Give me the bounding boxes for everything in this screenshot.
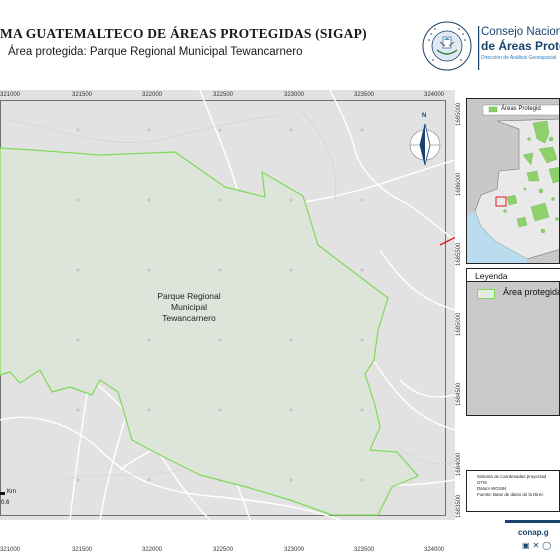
x-tick-top-2: 321500 bbox=[72, 92, 93, 98]
facebook-icon[interactable]: ▣ bbox=[522, 541, 533, 550]
x-tick-bottom-7: 324000 bbox=[424, 547, 445, 553]
area-label: Parque Regional Municipal Tewancarnero bbox=[139, 291, 239, 324]
x-tick-top-7: 324000 bbox=[424, 92, 445, 98]
y-tick-6: 1684000 bbox=[456, 452, 462, 476]
credits-line-4: Fuente: Base de datos de la Direc bbox=[477, 492, 544, 497]
footer-bar bbox=[505, 520, 560, 523]
area-label-line-2: Municipal bbox=[171, 302, 207, 312]
north-label: N bbox=[422, 113, 427, 119]
x-tick-bottom-4: 322500 bbox=[213, 547, 234, 553]
legend-swatch bbox=[477, 289, 495, 299]
y-tick-4: 1685000 bbox=[456, 312, 462, 336]
page-subtitle: Área protegida: Parque Regional Municipa… bbox=[8, 46, 303, 58]
scale-bar bbox=[0, 492, 5, 495]
header: MA GUATEMALTECO DE ÁREAS PROTEGIDAS (SIG… bbox=[0, 0, 560, 90]
x-tick-top-1: 321000 bbox=[0, 92, 21, 98]
y-tick-7: 1683500 bbox=[456, 494, 462, 518]
x-tick-top-5: 323000 bbox=[284, 92, 305, 98]
x-tick-bottom-6: 323500 bbox=[354, 547, 375, 553]
x-tick-top-4: 322500 bbox=[213, 92, 234, 98]
x-tick-bottom-5: 323000 bbox=[284, 547, 305, 553]
x-tick-top-3: 322000 bbox=[142, 92, 163, 98]
instagram-icon[interactable]: ◯ bbox=[542, 541, 554, 550]
conap-brand: Consejo Nacional de Áreas Protegi Direcc… bbox=[478, 26, 560, 76]
map-sheet: MA GUATEMALTECO DE ÁREAS PROTEGIDAS (SIG… bbox=[0, 0, 560, 560]
x-tick-bottom-3: 322000 bbox=[142, 547, 163, 553]
scale-value: 0.6 bbox=[1, 500, 10, 506]
y-tick-3: 1685500 bbox=[456, 242, 462, 266]
area-label-line-1: Parque Regional bbox=[157, 291, 221, 301]
inset-legend-label: Áreas Protegid bbox=[501, 106, 541, 112]
inset-map: Áreas Protegid bbox=[466, 98, 560, 264]
x-tick-bottom-1: 321000 bbox=[0, 547, 21, 553]
social-icons: ▣✕◯ bbox=[522, 541, 554, 550]
y-tick-5: 1684500 bbox=[456, 382, 462, 406]
inset-map-graphic bbox=[467, 99, 559, 263]
right-panel: Áreas Protegid Leyenda Área protegida Si… bbox=[466, 98, 560, 516]
legend-title: Leyenda bbox=[467, 269, 560, 282]
brand-line-1: Consejo Nacional bbox=[481, 26, 560, 38]
x-icon[interactable]: ✕ bbox=[533, 541, 543, 550]
credits-box: Sistema de coordenadas proyectad GTM Dat… bbox=[466, 470, 560, 512]
legend-item-label: Área protegida bbox=[503, 287, 560, 297]
area-label-line-3: Tewancarnero bbox=[162, 313, 216, 323]
page-title: MA GUATEMALTECO DE ÁREAS PROTEGIDAS (SIG… bbox=[0, 26, 367, 41]
x-tick-top-6: 323500 bbox=[354, 92, 375, 98]
brand-line-3: Dirección de Análisis Geoespacial bbox=[481, 55, 557, 61]
y-tick-1: 1685000 bbox=[456, 102, 462, 126]
footer-url[interactable]: conap.g bbox=[518, 528, 549, 537]
x-tick-bottom-2: 321500 bbox=[72, 547, 93, 553]
brand-line-2: de Áreas Protegi bbox=[481, 39, 560, 53]
scale-unit: Km bbox=[7, 489, 16, 495]
guatemala-seal-icon bbox=[422, 21, 472, 71]
y-tick-2: 1686000 bbox=[456, 172, 462, 196]
legend: Leyenda Área protegida bbox=[466, 268, 560, 416]
